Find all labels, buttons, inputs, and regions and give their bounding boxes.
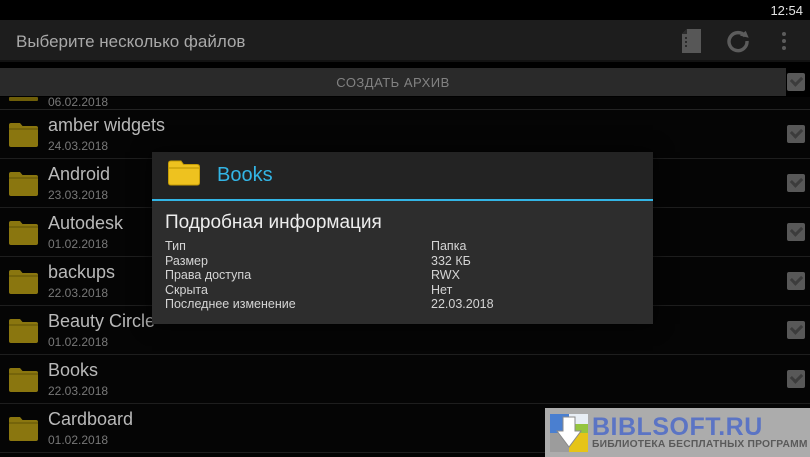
file-name: Cardboard — [48, 409, 133, 430]
file-date: 01.02.2018 — [48, 237, 108, 251]
info-row: Права доступа RWX — [165, 268, 640, 283]
dialog-section-title: Подробная информация — [165, 212, 640, 234]
watermark-site-name: BIBLSOFT.RU — [592, 416, 808, 439]
info-row: Скрыта Нет — [165, 283, 640, 298]
folder-icon — [8, 317, 39, 349]
action-bar-icons — [676, 20, 800, 62]
file-name: amber widgets — [48, 115, 165, 136]
file-checkbox[interactable] — [787, 272, 805, 290]
folder-icon — [8, 366, 39, 398]
file-name: Autodesk — [48, 213, 123, 234]
file-date: 01.02.2018 — [48, 433, 108, 447]
dialog-body: Подробная информация Тип Папка Размер 33… — [152, 201, 653, 324]
file-name: Books — [48, 360, 98, 381]
list-item[interactable]: 06.02.2018 — [0, 97, 810, 110]
folder-icon — [167, 159, 200, 192]
watermark-banner: BIBLSOFT.RU БИБЛИОТЕКА БЕСПЛАТНЫХ ПРОГРА… — [545, 408, 810, 457]
file-name: backups — [48, 262, 115, 283]
folder-icon — [8, 121, 39, 153]
watermark-text: BIBLSOFT.RU БИБЛИОТЕКА БЕСПЛАТНЫХ ПРОГРА… — [592, 416, 808, 450]
info-value: RWX — [431, 268, 460, 283]
info-label: Права доступа — [165, 268, 431, 283]
file-name: Beauty Circle — [48, 311, 155, 332]
overflow-menu-icon[interactable] — [768, 20, 800, 62]
overflow-dots — [782, 32, 786, 50]
status-bar: 12:54 — [0, 0, 810, 20]
dialog-folder-name: Books — [217, 164, 273, 187]
list-item[interactable]: Books 22.03.2018 — [0, 355, 810, 404]
info-label: Размер — [165, 254, 431, 269]
file-date: 06.02.2018 — [48, 97, 108, 109]
clock: 12:54 — [770, 3, 803, 18]
info-label: Тип — [165, 239, 431, 254]
folder-icon — [8, 415, 39, 447]
info-value: Папка — [431, 239, 466, 254]
action-bar: Выберите несколько файлов — [0, 20, 810, 62]
file-checkbox[interactable] — [787, 321, 805, 339]
folder-icon — [9, 97, 38, 101]
refresh-icon-glyph — [726, 29, 750, 53]
refresh-icon[interactable] — [722, 20, 754, 62]
info-value: 332 КБ — [431, 254, 471, 269]
watermark-tagline: БИБЛИОТЕКА БЕСПЛАТНЫХ ПРОГРАММ — [592, 439, 808, 450]
screen: 12:54 Выберите несколько файлов — [0, 0, 810, 457]
file-checkbox[interactable] — [787, 223, 805, 241]
file-date: 22.03.2018 — [48, 286, 108, 300]
document-icon-glyph — [681, 28, 703, 54]
folder-icon — [8, 268, 39, 300]
file-date: 01.02.2018 — [48, 335, 108, 349]
info-label: Скрыта — [165, 283, 431, 298]
folder-icon — [8, 170, 39, 202]
watermark-logo-icon — [550, 414, 588, 452]
file-checkbox[interactable] — [787, 370, 805, 388]
dialog-header: Books — [152, 152, 653, 199]
file-checkbox[interactable] — [787, 174, 805, 192]
create-archive-button[interactable]: СОЗДАТЬ АРХИВ — [0, 68, 786, 96]
file-date: 22.03.2018 — [48, 384, 108, 398]
create-archive-label: СОЗДАТЬ АРХИВ — [336, 75, 450, 90]
properties-dialog: Books Подробная информация Тип Папка Раз… — [152, 152, 653, 324]
info-row: Последнее изменение 22.03.2018 — [165, 297, 640, 312]
info-label: Последнее изменение — [165, 297, 431, 312]
file-date: 24.03.2018 — [48, 139, 108, 153]
info-value: Нет — [431, 283, 452, 298]
file-name: Android — [48, 164, 110, 185]
document-icon[interactable] — [676, 20, 708, 62]
info-row: Размер 332 КБ — [165, 254, 640, 269]
file-checkbox[interactable] — [787, 125, 805, 143]
folder-icon — [8, 219, 39, 251]
select-all-checkbox[interactable] — [787, 73, 805, 91]
file-date: 23.03.2018 — [48, 188, 108, 202]
page-title: Выберите несколько файлов — [16, 32, 245, 52]
info-row: Тип Папка — [165, 239, 640, 254]
info-value: 22.03.2018 — [431, 297, 494, 312]
